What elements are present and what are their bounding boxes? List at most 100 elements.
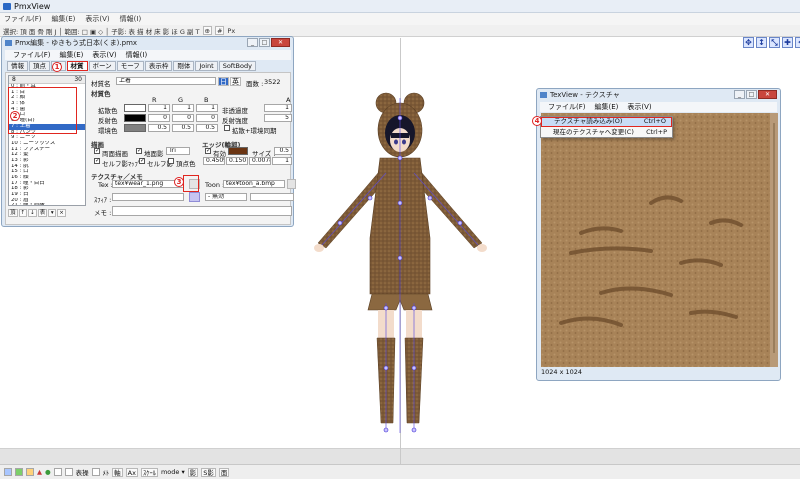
status-item-1[interactable]: ﾒﾄ [103, 467, 110, 477]
material-list-item[interactable]: 21 : 瞳・眉縁 [9, 203, 85, 205]
list-btn-top[interactable]: 頂 [8, 209, 18, 217]
status-item-0[interactable]: 表操 [76, 467, 89, 477]
globe-icon[interactable]: ⊕ [202, 26, 212, 35]
tab-joint[interactable]: Joint [195, 61, 218, 71]
sphere-preview[interactable] [189, 192, 200, 202]
tex-maximize-icon[interactable]: □ [746, 90, 757, 99]
diffuse-g[interactable]: 1 [172, 104, 194, 112]
pmx-title-bar[interactable]: Pmx編集 - ゆきもう式日本(くま).pmx _ □ ✕ [2, 37, 293, 49]
mode-select[interactable]: mode ▾ [161, 468, 185, 476]
edge-color-swatch[interactable] [228, 147, 248, 155]
edge-g[interactable]: 0.150784 [226, 157, 248, 165]
specular-g[interactable]: 0 [172, 114, 194, 122]
self-shadow-checkbox[interactable] [139, 157, 145, 164]
status-item-7[interactable]: S影 [201, 467, 216, 477]
edge-b[interactable]: 0.007843 [249, 157, 271, 165]
list-btn-delete[interactable]: × [57, 209, 66, 217]
ambient-g[interactable]: 0.5 [172, 124, 194, 132]
status-item-2[interactable]: 軸 [112, 467, 123, 477]
status-item-8[interactable]: 面 [218, 467, 230, 477]
list-btn-list[interactable]: 表 [37, 209, 48, 217]
face-mode-icon[interactable] [26, 468, 34, 476]
pmx-menu-info[interactable]: 情報(I) [126, 50, 148, 60]
tab-display-frame[interactable]: 表示枠 [144, 61, 173, 71]
toolbar-text[interactable]: 選択: 頂 面 骨 剛 J │ 範囲: □ ▣ ◇ │ 子影: 表 描 材 床 … [3, 26, 200, 36]
diffuse-b[interactable]: 1 [196, 104, 218, 112]
status-item-6[interactable]: 影 [187, 467, 199, 477]
view-move-icon[interactable]: ↕ [756, 37, 767, 48]
edge-r[interactable]: 0.450980 [203, 157, 225, 165]
specular-swatch[interactable] [124, 114, 146, 122]
status-item-4[interactable]: ｽｹｰﾙ [140, 467, 158, 477]
pmx-menu-view[interactable]: 表示(V) [92, 50, 116, 60]
texview-title-bar[interactable]: TexView - テクスチャ _ □ ✕ [537, 89, 780, 101]
list-btn-up[interactable]: ↑ [18, 209, 28, 217]
sync-checkbox[interactable] [224, 125, 230, 131]
edge-a[interactable]: 1 [272, 157, 292, 165]
tex-close-icon[interactable]: ✕ [758, 90, 777, 99]
english-toggle[interactable]: 英 [230, 77, 241, 86]
tab-softbody[interactable]: SoftBody [218, 61, 256, 71]
ambient-b[interactable]: 0.5 [196, 124, 218, 132]
ambient-r[interactable]: 0.5 [148, 124, 170, 132]
status-item-3[interactable]: Ax [125, 467, 138, 477]
texture-preview[interactable] [541, 113, 778, 367]
select-mode-icon[interactable] [4, 468, 12, 476]
menu-view[interactable]: 表示(V) [85, 14, 109, 24]
pmx-menu-file[interactable]: ファイル(F) [13, 50, 51, 60]
tex-menu-view[interactable]: 表示(V) [627, 102, 651, 112]
tab-bone[interactable]: ボーン [88, 61, 116, 71]
edge-size[interactable]: 0.5 [274, 147, 292, 155]
box2-icon[interactable] [64, 468, 73, 476]
box3-icon[interactable] [91, 468, 100, 476]
tex-menu-edit[interactable]: 編集(E) [595, 102, 619, 112]
vertex-color-checkbox[interactable] [168, 158, 174, 164]
memo-input[interactable] [112, 206, 292, 216]
toolbar-px[interactable]: Px [227, 27, 235, 35]
diffuse-swatch[interactable] [124, 104, 146, 112]
sphere-extra-select[interactable] [250, 193, 294, 201]
ambient-swatch[interactable] [124, 124, 146, 132]
minimize-icon[interactable]: _ [247, 38, 258, 47]
sphere-input[interactable] [112, 193, 184, 201]
menu-edit[interactable]: 編集(E) [52, 14, 76, 24]
change-texture-item[interactable]: 現在のテクスチャへ変更(C) Ctrl+P [541, 127, 672, 137]
box-icon[interactable] [53, 468, 62, 476]
spec-power[interactable]: 5 [264, 114, 292, 122]
tab-rigid-body[interactable]: 剛体 [173, 61, 195, 71]
edge-enabled-checkbox[interactable] [205, 147, 211, 154]
view-rotate-icon[interactable]: ✥ [743, 37, 754, 48]
tab-info[interactable]: 情報 [7, 61, 28, 71]
maximize-icon[interactable]: □ [259, 38, 270, 47]
toon-browse-button[interactable] [287, 179, 296, 189]
tex-menu-file[interactable]: ファイル(F) [548, 102, 586, 112]
view-reset-icon[interactable]: ✦ [795, 37, 800, 48]
load-texture-item[interactable]: テクスチャ読み込み(O) Ctrl+O [541, 117, 672, 127]
ground-shadow-checkbox[interactable] [136, 147, 142, 154]
jp-toggle[interactable]: 日 [218, 77, 229, 86]
menu-info[interactable]: 情報(I) [120, 14, 142, 24]
specular-b[interactable]: 0 [196, 114, 218, 122]
menu-file[interactable]: ファイル(F) [4, 14, 42, 24]
close-icon[interactable]: ✕ [271, 38, 290, 47]
tab-material[interactable]: 材質 [66, 61, 88, 71]
view-pan-icon[interactable]: ✚ [782, 37, 793, 48]
tex-minimize-icon[interactable]: _ [734, 90, 745, 99]
grid-icon[interactable]: # [214, 26, 225, 35]
pmx-menu-edit[interactable]: 編集(E) [60, 50, 84, 60]
specular-r[interactable]: 0 [148, 114, 170, 122]
self-shadow-map-checkbox[interactable] [94, 157, 100, 164]
toon-input[interactable]: tex¥toon_a.bmp [223, 180, 285, 188]
diffuse-a[interactable]: 1 [264, 104, 292, 112]
view-zoom-icon[interactable]: ⤡ [769, 37, 780, 48]
triangle-icon[interactable]: ▲ [37, 468, 42, 476]
prim-type-select[interactable]: Tri [166, 147, 190, 155]
double-sided-checkbox[interactable] [94, 147, 100, 154]
list-btn-menu[interactable]: ▾ [48, 209, 57, 217]
diffuse-r[interactable]: 1 [148, 104, 170, 112]
tab-vertex[interactable]: 頂点 [29, 61, 50, 71]
tab-morph[interactable]: モーフ [116, 61, 144, 71]
dot-icon[interactable]: ● [45, 468, 51, 476]
list-btn-down[interactable]: ↓ [28, 209, 37, 217]
vertex-mode-icon[interactable] [15, 468, 23, 476]
